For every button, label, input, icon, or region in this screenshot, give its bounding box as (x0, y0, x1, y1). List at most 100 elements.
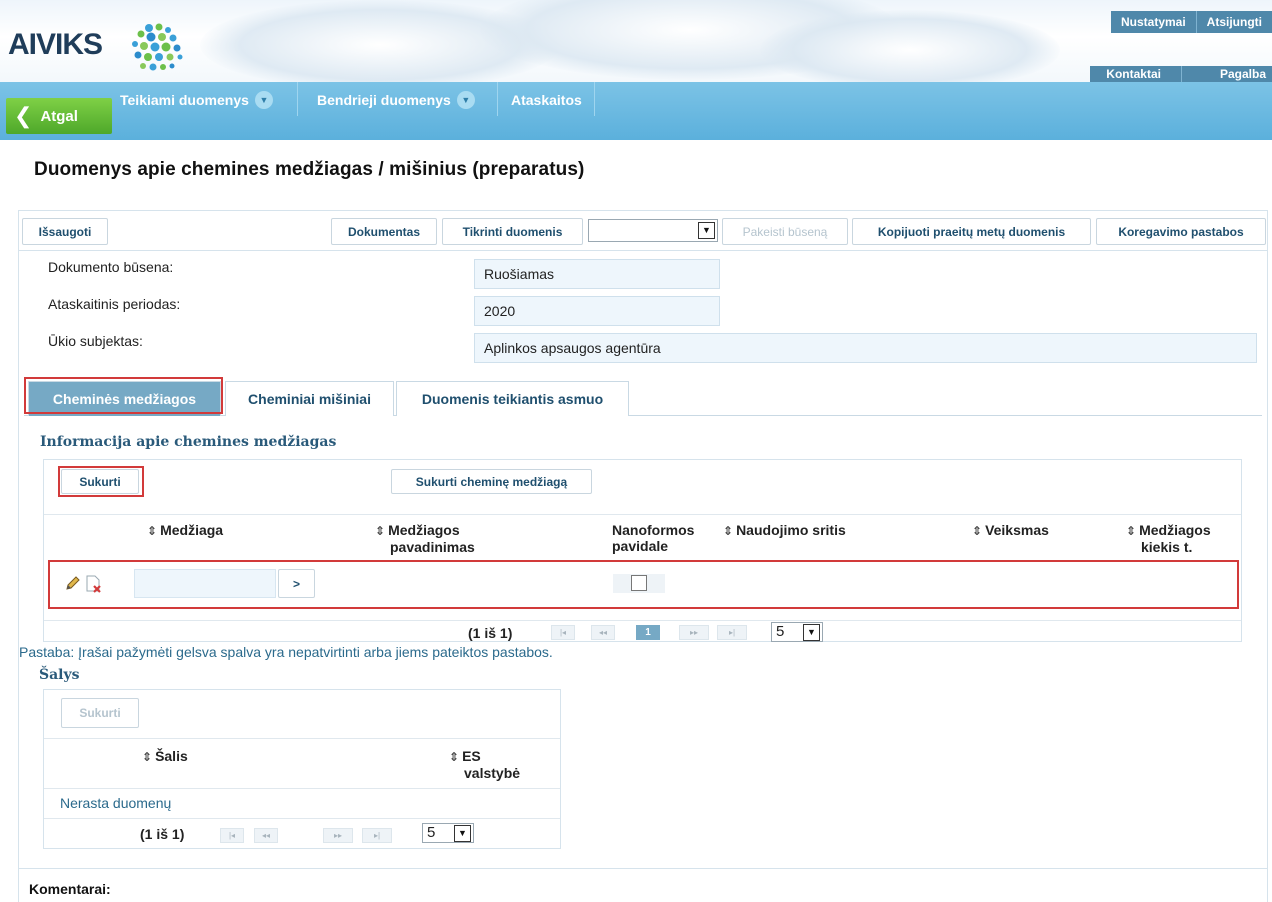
grid-pager: (1 iš 1) |◂ ◂◂ 1 ▸▸ ▸| 5 ▼ (44, 620, 1241, 642)
next-page-icon[interactable]: ▸▸ (679, 625, 709, 640)
chevron-down-icon: ▼ (698, 222, 715, 239)
top-links-group: Nustatymai Atsijungti (1110, 11, 1272, 33)
rows-per-page-value: 5 (776, 623, 785, 640)
main-nav: ❮ Atgal Teikiami duomenys ▼ Bendrieji du… (0, 82, 1272, 140)
sort-icon: ⇕ (1126, 524, 1137, 538)
comments-label: Komentarai: (29, 881, 111, 897)
next-page-icon[interactable]: ▸▸ (323, 828, 353, 843)
last-page-icon[interactable]: ▸| (362, 828, 392, 843)
countries-grid: Sukurti ⇕ Šalis ⇕ ES valstybė Nerasta duome… (43, 689, 561, 849)
col-eu-state[interactable]: ⇕ ES valstybė (449, 748, 520, 781)
grid-header-border (44, 788, 560, 789)
note-text: Pastaba: Įrašai pažymėti gelsva spalva y… (19, 644, 553, 660)
chevron-down-icon: ▼ (454, 825, 471, 842)
prev-page-icon[interactable]: ◂◂ (591, 625, 615, 640)
period-label: Ataskaitinis periodas: (48, 296, 181, 312)
nav-item-label: Ataskaitos (511, 92, 582, 108)
section-title: Informacija apie chemines medžiagas (40, 434, 337, 450)
col-nanoform: Nanoformos pavidale (612, 522, 694, 554)
col-usage-area[interactable]: ⇕ Naudojimo sritis (723, 522, 846, 539)
grid-header-border (44, 514, 1241, 515)
countries-create-button[interactable]: Sukurti (61, 698, 139, 728)
bottom-links-group: Kontaktai Pagalba (1090, 66, 1272, 82)
sort-icon: ⇕ (723, 524, 734, 538)
col-label-line: valstybė (464, 765, 521, 781)
back-button[interactable]: ❮ Atgal (6, 98, 112, 134)
status-label: Dokumento būsena: (48, 259, 174, 275)
col-substance-label: Medžiaga (160, 522, 224, 538)
col-label-line: Medžiagos (1139, 522, 1211, 538)
contacts-link[interactable]: Kontaktai (1090, 66, 1181, 82)
logo-dots-icon (132, 23, 183, 71)
sort-icon: ⇕ (972, 524, 983, 538)
chevron-left-icon: ❮ (14, 103, 33, 128)
rows-per-page-value: 5 (427, 824, 436, 841)
col-country-label: Šalis (155, 748, 188, 764)
chevron-down-icon: ▼ (254, 91, 273, 109)
first-page-icon[interactable]: |◂ (551, 625, 575, 640)
create-chemical-button[interactable]: Sukurti cheminę medžiagą (391, 469, 592, 494)
highlight-outline (48, 560, 1239, 609)
col-action[interactable]: ⇕ Veiksmas (972, 522, 1049, 539)
back-label: Atgal (40, 107, 78, 125)
first-page-icon[interactable]: |◂ (220, 828, 244, 843)
col-label-line: Medžiagos (388, 522, 460, 538)
sort-icon: ⇕ (375, 524, 386, 538)
logo-text: AIVIKS (8, 28, 103, 61)
pager-text: (1 iš 1) (468, 625, 513, 641)
nav-item-reports[interactable]: Ataskaitos (503, 82, 590, 118)
nav-item-label: Bendrieji duomenys (317, 92, 451, 108)
period-value: 2020 (474, 296, 720, 326)
col-amount[interactable]: ⇕ Medžiagos kiekis t. (1126, 522, 1211, 555)
state-select[interactable]: ▼ (588, 219, 718, 242)
last-page-icon[interactable]: ▸| (717, 625, 747, 640)
nav-item-label: Teikiami duomenys (120, 92, 249, 108)
tab-data-submitter[interactable]: Duomenis teikiantis asmuo (396, 381, 629, 416)
copy-previous-year-button[interactable]: Kopijuoti praeitų metų duomenis (852, 218, 1091, 245)
app-header: AIVIKS Nustatymai Atsijungti Kontaktai P… (0, 0, 1272, 82)
rows-per-page-select[interactable]: 5 ▼ (771, 622, 823, 642)
entity-value: Aplinkos apsaugos agentūra (474, 333, 1257, 363)
col-usage-label: Naudojimo sritis (736, 522, 846, 538)
col-label-line: kiekis t. (1141, 539, 1193, 555)
correction-notes-button[interactable]: Koregavimo pastabos (1096, 218, 1266, 245)
pager-text: (1 iš 1) (140, 826, 185, 842)
col-country[interactable]: ⇕ Šalis (142, 748, 188, 765)
chevron-down-icon: ▼ (456, 91, 475, 109)
change-state-button[interactable]: Pakeisti būseną (722, 218, 848, 245)
col-substance[interactable]: ⇕ Medžiaga (147, 522, 223, 539)
document-button[interactable]: Dokumentas (331, 218, 437, 245)
check-data-button[interactable]: Tikrinti duomenis (442, 218, 583, 245)
page-number[interactable]: 1 (636, 625, 660, 640)
col-action-label: Veiksmas (985, 522, 1049, 538)
nav-separator (297, 82, 298, 116)
chevron-down-icon: ▼ (803, 624, 820, 641)
empty-message: Nerasta duomenų (60, 795, 172, 811)
highlight-outline (24, 377, 223, 414)
countries-title: Šalys (39, 667, 80, 683)
nav-item-submitted-data[interactable]: Teikiami duomenys ▼ (112, 82, 281, 118)
document-panel: Išsaugoti Dokumentas Tikrinti duomenis ▼… (18, 210, 1268, 902)
entity-label: Ūkio subjektas: (48, 333, 143, 349)
col-label-line: Nanoformos (612, 522, 695, 538)
sort-icon: ⇕ (147, 524, 158, 538)
save-button[interactable]: Išsaugoti (22, 218, 108, 245)
nav-separator (497, 82, 498, 116)
page-title: Duomenys apie chemines medžiagas / mišin… (34, 159, 585, 180)
nav-separator (594, 82, 595, 116)
settings-link[interactable]: Nustatymai (1111, 11, 1196, 33)
logout-link[interactable]: Atsijungti (1195, 11, 1272, 33)
help-link[interactable]: Pagalba (1180, 66, 1272, 82)
header-cloud (760, 10, 1060, 82)
sort-icon: ⇕ (449, 750, 460, 764)
tab-chemical-mixtures[interactable]: Cheminiai mišiniai (225, 381, 394, 416)
nav-item-general-data[interactable]: Bendrieji duomenys ▼ (309, 82, 483, 118)
rows-per-page-select[interactable]: 5 ▼ (422, 823, 474, 843)
col-label-line: pavidale (612, 538, 669, 554)
col-label-line: pavadinimas (390, 539, 475, 555)
status-value: Ruošiamas (474, 259, 720, 289)
prev-page-icon[interactable]: ◂◂ (254, 828, 278, 843)
substances-grid: Sukurti Sukurti cheminę medžiagą ⇕ Medžia… (43, 459, 1242, 642)
col-substance-name[interactable]: ⇕ Medžiagos pavadinimas (375, 522, 475, 555)
countries-pager: (1 iš 1) |◂ ◂◂ ▸▸ ▸| 5 ▼ (44, 818, 560, 849)
